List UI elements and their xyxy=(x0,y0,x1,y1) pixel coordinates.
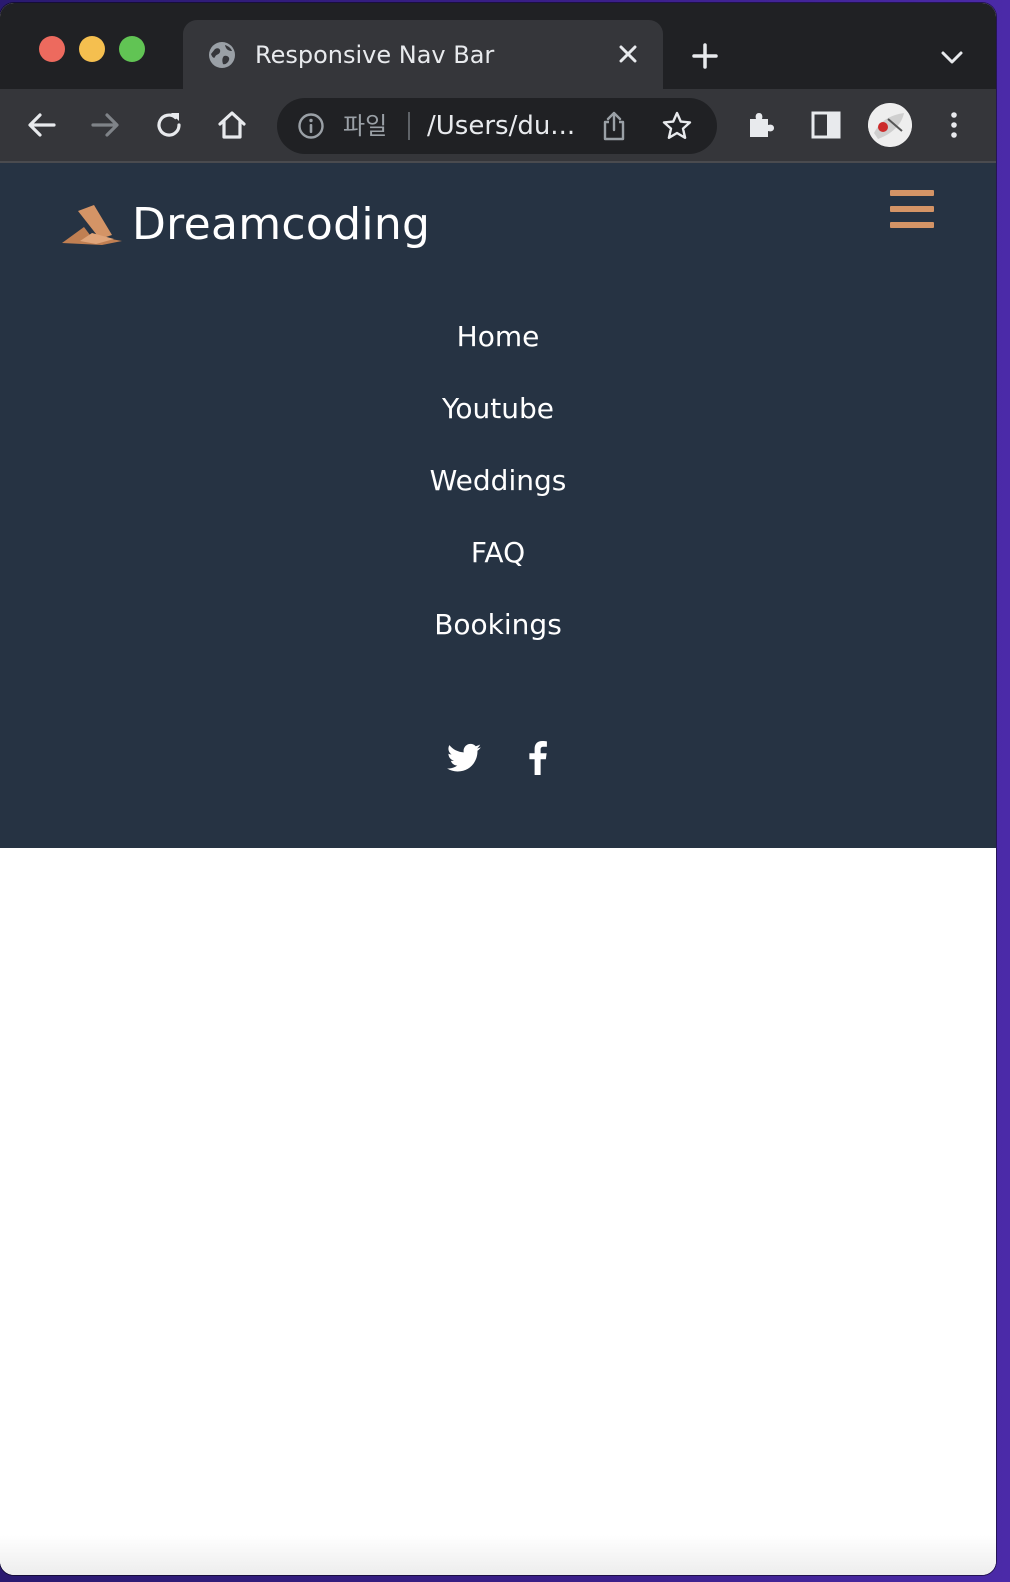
url-separator xyxy=(408,112,410,140)
nav-link-bookings[interactable]: Bookings xyxy=(434,605,562,645)
browser-window: Responsive Nav Bar 파일 /Users/du... Dream… xyxy=(0,3,996,1575)
nav-item-youtube: Youtube xyxy=(0,373,996,445)
minimize-window-button[interactable] xyxy=(79,36,105,62)
new-tab-icon[interactable] xyxy=(690,41,720,71)
side-panel-icon[interactable] xyxy=(808,107,844,143)
page-content xyxy=(0,848,996,1575)
reload-icon[interactable] xyxy=(151,107,187,143)
home-icon[interactable] xyxy=(214,107,250,143)
url-scheme-label: 파일 xyxy=(343,112,388,140)
nav-item-weddings: Weddings xyxy=(0,445,996,517)
bookmark-star-icon[interactable] xyxy=(661,110,693,142)
site-navbar: Dreamcoding Home Youtube Weddings FAQ Bo… xyxy=(0,163,996,848)
avatar-image xyxy=(868,103,912,147)
close-tab-icon[interactable] xyxy=(613,39,643,69)
nav-item-bookings: Bookings xyxy=(0,589,996,661)
nav-item-home: Home xyxy=(0,301,996,373)
globe-icon xyxy=(209,42,235,68)
nav-link-faq[interactable]: FAQ xyxy=(471,533,525,573)
tab-title: Responsive Nav Bar xyxy=(255,41,495,69)
nav-link-weddings[interactable]: Weddings xyxy=(430,461,567,501)
brand-name[interactable]: Dreamcoding xyxy=(132,193,430,257)
twitter-icon[interactable] xyxy=(447,743,481,773)
share-icon[interactable] xyxy=(599,110,629,142)
nav-link-youtube[interactable]: Youtube xyxy=(442,389,554,429)
profile-avatar[interactable] xyxy=(868,103,912,147)
forward-arrow-icon[interactable] xyxy=(87,107,123,143)
browser-toolbar: 파일 /Users/du... xyxy=(0,89,996,163)
hamburger-menu-icon[interactable] xyxy=(890,189,934,229)
maximize-window-button[interactable] xyxy=(119,36,145,62)
extensions-puzzle-icon[interactable] xyxy=(744,107,780,143)
address-bar[interactable]: 파일 /Users/du... xyxy=(277,98,717,154)
facebook-icon[interactable] xyxy=(527,741,549,775)
url-text[interactable]: /Users/du... xyxy=(427,110,575,142)
nav-item-faq: FAQ xyxy=(0,517,996,589)
logo-icon xyxy=(62,205,122,245)
window-bottom-shadow xyxy=(0,1535,996,1575)
back-arrow-icon[interactable] xyxy=(24,107,60,143)
nav-menu: Home Youtube Weddings FAQ Bookings xyxy=(0,301,996,661)
more-menu-icon[interactable] xyxy=(936,107,972,143)
info-icon[interactable] xyxy=(297,112,325,140)
chevron-down-icon[interactable] xyxy=(938,43,966,71)
nav-link-home[interactable]: Home xyxy=(457,317,540,357)
close-window-button[interactable] xyxy=(39,36,65,62)
tab-strip: Responsive Nav Bar xyxy=(0,3,996,89)
tab-responsive-nav-bar[interactable]: Responsive Nav Bar xyxy=(183,20,663,89)
